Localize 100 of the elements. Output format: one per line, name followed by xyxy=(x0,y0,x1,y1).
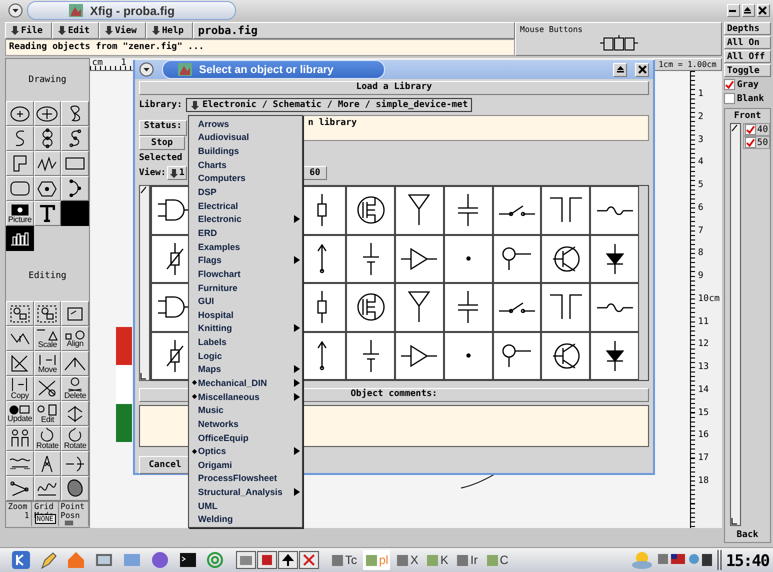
checkbox[interactable] xyxy=(745,124,756,135)
editing-tool-button[interactable]: Rotate xyxy=(61,426,89,451)
library-menu-item[interactable]: UML xyxy=(189,498,302,513)
library-menu-item[interactable]: Miscellaneous xyxy=(189,390,302,404)
library-menu-item[interactable]: OfficeEquip xyxy=(189,430,302,444)
library-menu-item[interactable]: Logic xyxy=(189,348,302,363)
library-menu-item[interactable]: Audiovisual xyxy=(189,130,302,144)
menu-button[interactable]: View xyxy=(99,22,146,39)
library-menu-item[interactable]: Optics xyxy=(189,444,302,458)
library-object-button[interactable] xyxy=(590,234,639,283)
library-object-button[interactable] xyxy=(444,332,493,380)
library-menu-item[interactable]: Networks xyxy=(189,417,302,431)
drawing-tool-button[interactable] xyxy=(6,226,34,251)
library-menu-item[interactable]: DSP xyxy=(189,185,302,199)
library-object-button[interactable] xyxy=(541,186,590,234)
library-object-button[interactable] xyxy=(541,332,590,380)
library-menu-item[interactable]: Maps xyxy=(189,362,302,376)
editing-tool-button[interactable] xyxy=(34,451,62,476)
task-button[interactable]: K xyxy=(424,550,450,570)
task-button[interactable]: Tc xyxy=(329,550,359,570)
editing-tool-button[interactable] xyxy=(34,376,62,401)
menu-button[interactable]: Help xyxy=(146,22,193,39)
depth-button[interactable]: All Off xyxy=(724,50,771,63)
library-object-button[interactable] xyxy=(541,283,590,332)
task-button[interactable]: Ir xyxy=(454,550,480,570)
library-object-button[interactable] xyxy=(394,234,444,283)
library-object-button[interactable] xyxy=(346,332,395,380)
library-object-button[interactable] xyxy=(346,283,395,332)
library-menu-item[interactable]: Flowchart xyxy=(189,267,302,281)
view-dropdown[interactable]: 1 xyxy=(167,166,187,180)
editing-tool-button[interactable] xyxy=(61,301,89,326)
editing-tool-button[interactable] xyxy=(61,351,89,376)
close-button[interactable] xyxy=(757,4,770,17)
library-menu-item[interactable]: Origami xyxy=(189,458,302,472)
editing-tool-button[interactable] xyxy=(6,426,34,451)
checkbox[interactable] xyxy=(745,137,756,148)
library-menu-item[interactable]: Electronic xyxy=(189,212,302,226)
library-menu-item[interactable]: Arrows xyxy=(189,117,302,131)
desktop-pager-button[interactable] xyxy=(299,551,319,569)
desktop-pager-button[interactable] xyxy=(278,551,298,569)
library-object-button[interactable] xyxy=(444,186,493,234)
depth-button[interactable]: All On xyxy=(724,36,771,49)
library-menu-item[interactable]: Hospital xyxy=(189,308,302,322)
desktop-pager-button[interactable] xyxy=(257,551,277,569)
editing-tool-button[interactable] xyxy=(34,301,62,326)
editing-tool-button[interactable]: Edit xyxy=(34,401,62,426)
editing-tool-button[interactable] xyxy=(6,326,34,351)
cancel-button[interactable]: Cancel xyxy=(139,456,191,474)
library-menu-item[interactable]: Examples xyxy=(189,240,302,254)
library-object-button[interactable] xyxy=(492,283,542,332)
minimize-button[interactable] xyxy=(727,4,740,17)
editing-tool-button[interactable]: Rotate xyxy=(34,426,62,451)
editing-tool-button[interactable]: Align xyxy=(61,326,89,351)
desktop-pager-button[interactable] xyxy=(236,551,256,569)
library-menu-item[interactable]: ProcessFlowsheet xyxy=(189,472,302,486)
close-button[interactable] xyxy=(635,62,649,76)
library-menu-item[interactable]: Music xyxy=(189,403,302,418)
library-object-button[interactable] xyxy=(492,186,542,234)
library-object-button[interactable] xyxy=(590,186,639,234)
library-menu-item[interactable]: Furniture xyxy=(189,280,302,294)
depth-button[interactable]: Toggle xyxy=(724,64,771,77)
maximize-button[interactable] xyxy=(742,4,755,17)
scrollbar[interactable] xyxy=(730,123,741,526)
editing-tool-button[interactable]: Update xyxy=(6,401,34,426)
editing-tool-button[interactable] xyxy=(61,451,89,476)
library-object-button[interactable] xyxy=(590,332,639,380)
editing-tool-button[interactable] xyxy=(6,451,34,476)
editing-tool-button[interactable] xyxy=(34,476,62,501)
stop-button[interactable]: Stop xyxy=(139,136,185,150)
checkbox[interactable] xyxy=(724,93,735,104)
depth-button[interactable]: Depths xyxy=(724,22,771,35)
library-menu-item[interactable]: Buildings xyxy=(189,144,302,158)
library-object-button[interactable] xyxy=(346,234,395,283)
editing-tool-button[interactable] xyxy=(61,401,89,426)
library-object-button[interactable] xyxy=(444,234,493,283)
library-menu-item[interactable]: Labels xyxy=(189,335,302,349)
maximize-button[interactable] xyxy=(613,62,627,76)
library-menu[interactable] xyxy=(188,115,303,528)
library-menu-item[interactable]: Electrical xyxy=(189,198,302,212)
library-object-button[interactable] xyxy=(346,186,395,234)
library-menu-item[interactable]: Welding xyxy=(189,512,302,526)
editing-tool-button[interactable] xyxy=(61,476,89,501)
library-menu-item[interactable]: Flags xyxy=(189,253,302,268)
library-object-button[interactable] xyxy=(444,283,493,332)
library-object-button[interactable] xyxy=(394,186,444,234)
library-menu-item[interactable]: Mechanical_DIN xyxy=(189,376,302,390)
library-object-button[interactable] xyxy=(590,283,639,332)
library-object-button[interactable] xyxy=(541,234,590,283)
library-menu-item[interactable]: ERD xyxy=(189,226,302,240)
drawing-tool-button[interactable]: Picture xyxy=(6,201,34,226)
library-menu-item[interactable]: Structural_Analysis xyxy=(189,485,302,499)
scrollbar[interactable] xyxy=(139,185,150,381)
editing-tool-button[interactable]: Delete xyxy=(61,376,89,401)
checkbox[interactable] xyxy=(724,79,735,90)
library-object-button[interactable] xyxy=(394,283,444,332)
editing-tool-button[interactable] xyxy=(6,351,34,376)
library-object-button[interactable] xyxy=(492,234,542,283)
task-button[interactable]: X xyxy=(394,550,420,570)
task-button[interactable]: C xyxy=(484,550,510,570)
editing-tool-button[interactable] xyxy=(6,301,34,326)
